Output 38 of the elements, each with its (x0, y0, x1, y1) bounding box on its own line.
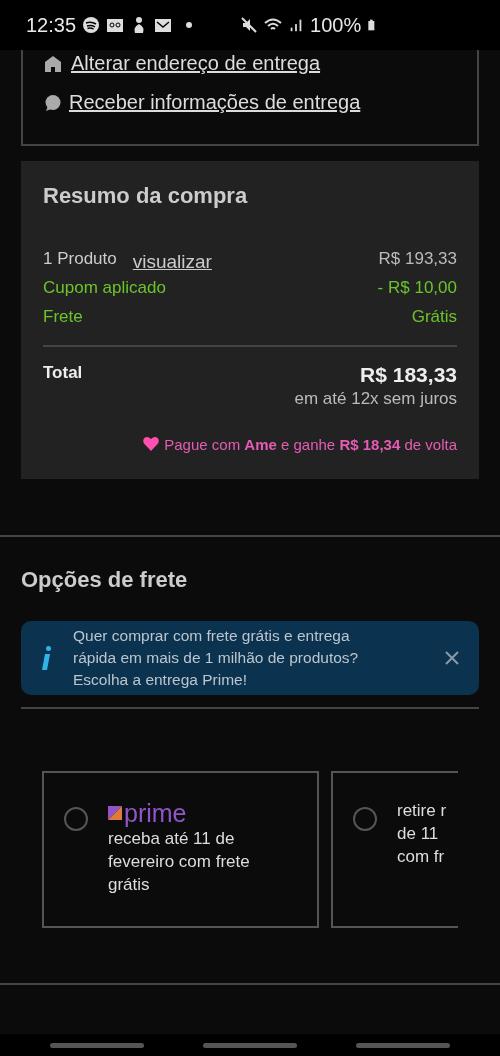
mute-icon (240, 16, 259, 34)
music-app-icon (82, 16, 101, 34)
mail-icon (154, 16, 173, 34)
close-button[interactable] (445, 651, 459, 665)
summary-label: Frete (43, 307, 83, 327)
summary-label: 1 Produto (43, 249, 117, 269)
voicemail-icon (106, 16, 125, 34)
chat-icon (43, 93, 63, 112)
summary-value: R$ 193,33 (378, 249, 457, 269)
summary-label: Cupom aplicado (43, 278, 166, 298)
radio-button[interactable] (353, 807, 377, 831)
clock: 12:35 (26, 13, 77, 37)
battery-percent: 100% (310, 13, 362, 37)
dot-icon (186, 22, 193, 28)
total-label: Total (43, 363, 83, 383)
summary-value: - R$ 10,00 (377, 278, 457, 298)
summary-title: Resumo da compra (43, 183, 249, 209)
shipping-option[interactable]: prime receba até 11 de fevereiro com frete grátis (42, 771, 319, 928)
logo-icon (108, 806, 122, 820)
banner-text: Quer comprar com frete grátis e entrega rápida em mais de 1 milhão de produtos? Escolha a entrega Prime! (73, 627, 360, 689)
total-value: R$ 183,33 (360, 363, 457, 387)
home-icon (45, 55, 61, 72)
heart-icon (142, 435, 161, 453)
view-link[interactable]: visualizar (132, 251, 212, 273)
cashback-text: Pague com Ame e ganhe R$ 18,34 de volta (164, 435, 457, 453)
delivery-link[interactable]: Alterar endereço de entrega (71, 52, 321, 75)
radio-button[interactable] (64, 807, 88, 831)
option-text: retire r de 11 com fr (397, 800, 447, 868)
info-icon (41, 646, 51, 670)
installments-text: em até 12x sem juros (294, 389, 457, 409)
shipping-option[interactable]: retire r de 11 com fr (331, 771, 458, 928)
nav-handle[interactable] (49, 1042, 144, 1048)
nav-handle[interactable] (356, 1042, 451, 1048)
summary-value: Grátis (411, 307, 457, 327)
option-text: prime receba até 11 de fevereiro com frete grátis (108, 799, 250, 896)
section-title: Opções de frete (21, 567, 189, 593)
delivery-link[interactable]: Receber informações de entrega (69, 91, 361, 114)
nav-handle[interactable] (203, 1042, 297, 1048)
